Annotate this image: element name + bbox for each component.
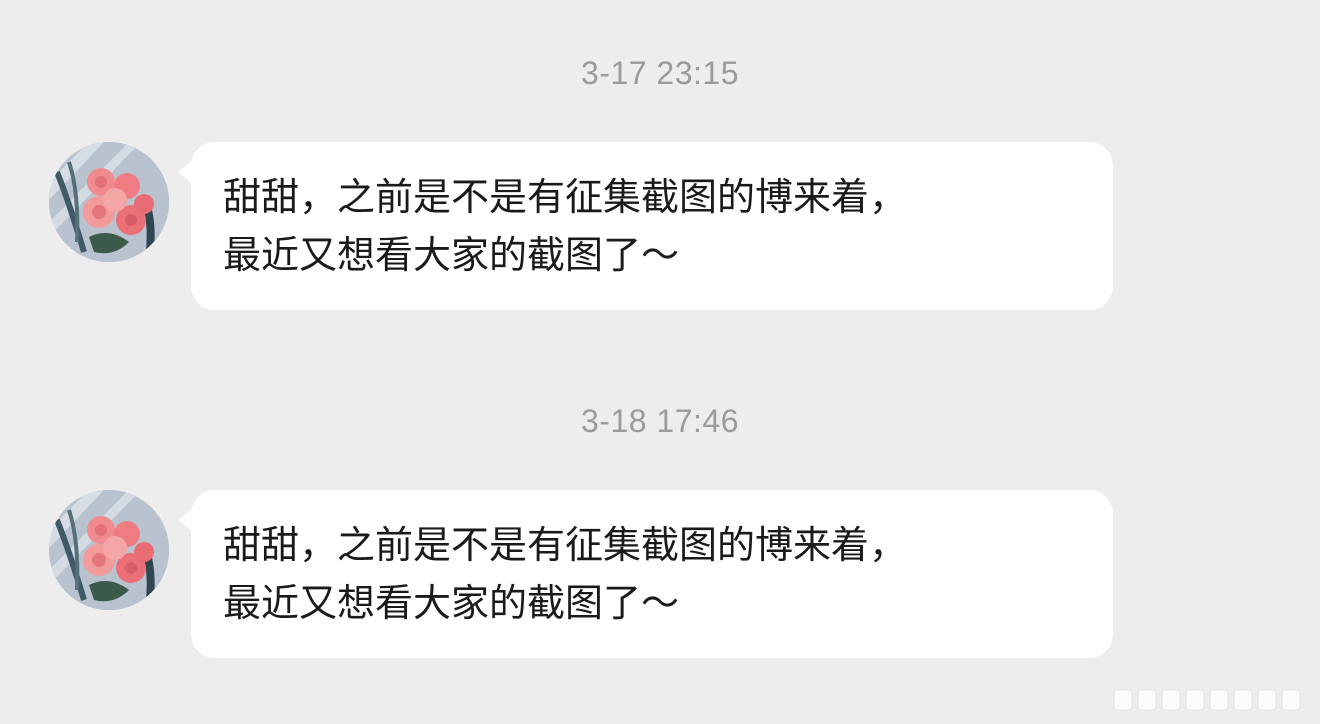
message-timestamp: 3-18 17:46 [580, 403, 739, 439]
watermark-logo [1110, 684, 1310, 716]
watermark-glyphs [1113, 689, 1301, 711]
rose-bouquet-avatar-icon [49, 490, 169, 610]
sender-avatar[interactable] [49, 490, 169, 610]
message-text: 甜甜，之前是不是有征集截图的博来着， 最近又想看大家的截图了～ [223, 523, 908, 625]
message-timestamp: 3-17 23:15 [580, 55, 739, 91]
rose-bouquet-avatar-icon [49, 142, 169, 262]
message-text: 甜甜，之前是不是有征集截图的博来着， 最近又想看大家的截图了～ [223, 175, 908, 277]
message-bubble[interactable]: 甜甜，之前是不是有征集截图的博来着， 最近又想看大家的截图了～ [178, 490, 1113, 658]
sender-avatar[interactable] [49, 142, 169, 262]
message-bubble[interactable]: 甜甜，之前是不是有征集截图的博来着， 最近又想看大家的截图了～ [178, 142, 1113, 310]
